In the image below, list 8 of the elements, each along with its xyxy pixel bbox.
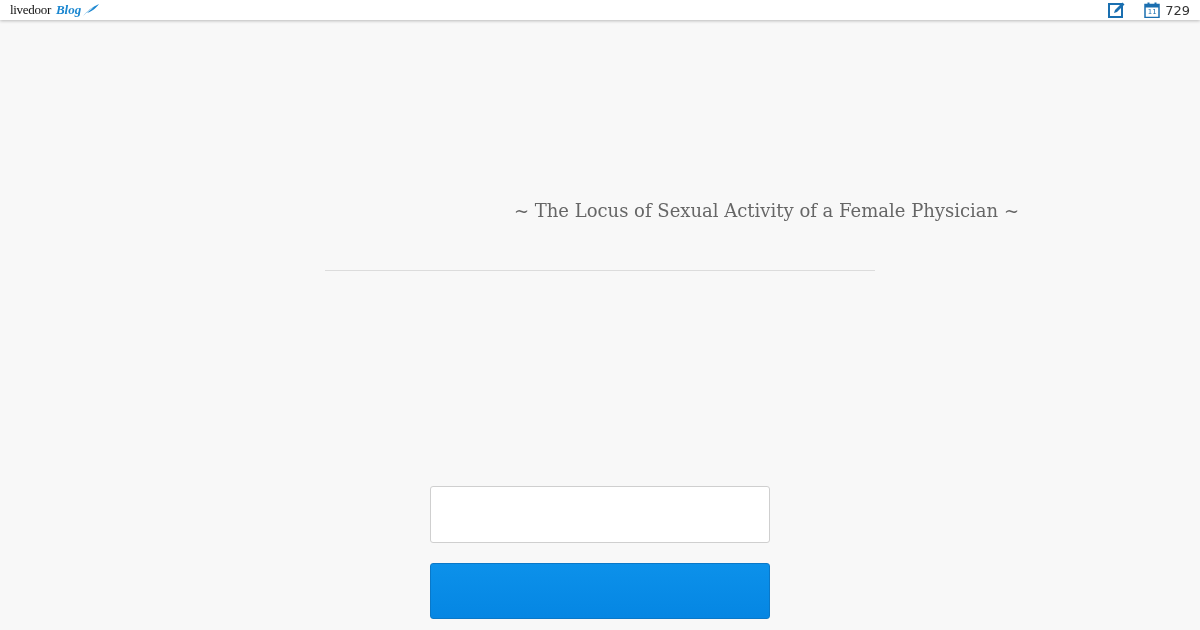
submit-button[interactable]: [430, 563, 770, 619]
count-text: 729: [1165, 2, 1190, 18]
input-field[interactable]: [430, 486, 770, 543]
edit-icon[interactable]: [1108, 2, 1126, 18]
logo-text[interactable]: Blog: [55, 2, 82, 18]
feather-icon: [83, 4, 100, 16]
blog-title: ~ The Locus of Sexual Activity of a Female Physician ~: [513, 199, 1019, 223]
logo-text[interactable]: livedoor: [10, 2, 51, 18]
